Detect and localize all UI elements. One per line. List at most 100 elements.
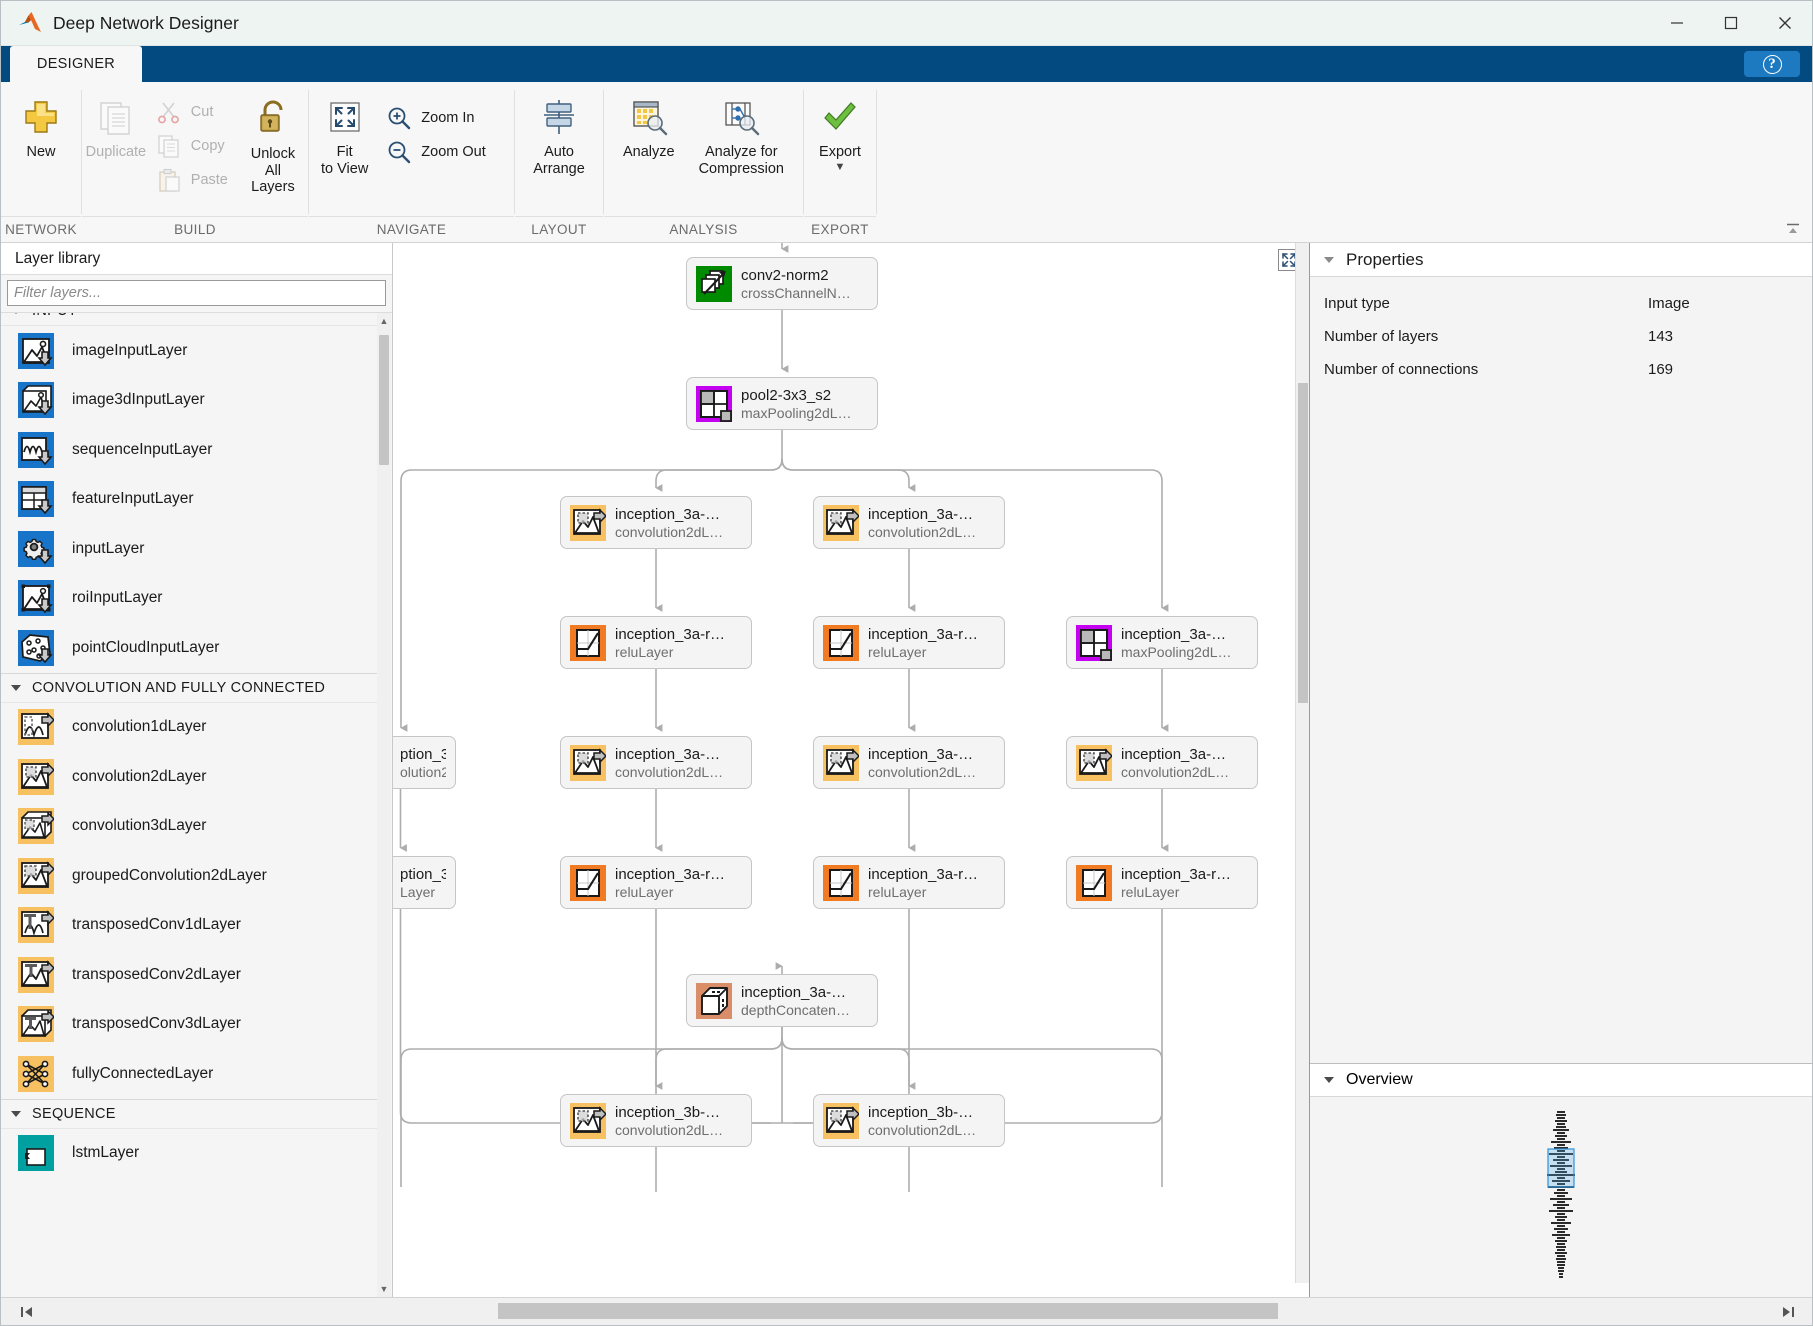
scroll-to-start-icon[interactable] <box>13 1304 41 1320</box>
canvas-horizontal-scrollbar[interactable] <box>393 1298 1309 1325</box>
layer-library-scrollbar[interactable]: ▲ ▼ <box>377 313 391 1297</box>
relu-icon <box>823 865 859 901</box>
network-node-n16[interactable]: inception_3a-… depthConcaten… <box>686 974 878 1027</box>
paste-button[interactable]: Paste <box>150 164 238 196</box>
network-node-n6[interactable]: inception_3a-r… reluLayer <box>813 616 1005 669</box>
category-header-sequence[interactable]: SEQUENCE <box>1 1099 378 1129</box>
scroll-up-arrow[interactable]: ▲ <box>377 313 391 329</box>
layer-item-convolution3dLayer[interactable]: convolution3dLayer <box>1 802 378 852</box>
layer-item-imageInputLayer[interactable]: imageInputLayer <box>1 326 378 376</box>
new-label: New <box>26 144 55 161</box>
network-node-n11[interactable]: inception_3a-… convolution2dL… <box>1066 736 1258 789</box>
gear-input-icon <box>18 531 54 567</box>
network-node-n13[interactable]: inception_3a-r… reluLayer <box>560 856 752 909</box>
layer-item-image3dInputLayer[interactable]: image3dInputLayer <box>1 376 378 426</box>
hscroll-thumb[interactable] <box>498 1303 1278 1319</box>
pointcloud-input-icon <box>18 630 54 666</box>
group-label-network: NETWORK <box>1 216 81 242</box>
close-button[interactable] <box>1758 1 1812 45</box>
property-value: 143 <box>1648 328 1798 345</box>
tab-designer[interactable]: DESIGNER <box>10 46 142 82</box>
scrollbar-thumb[interactable] <box>379 335 389 465</box>
layer-item-roiInputLayer[interactable]: roiInputLayer <box>1 574 378 624</box>
properties-header[interactable]: Properties <box>1310 243 1812 277</box>
network-node-n9[interactable]: inception_3a-… convolution2dL… <box>560 736 752 789</box>
properties-rows: Input type Image Number of layers 143 Nu… <box>1310 277 1812 386</box>
cut-button[interactable]: Cut <box>150 96 238 128</box>
layer-item-transposedConv1dLayer[interactable]: transposedConv1dLayer <box>1 901 378 951</box>
network-node-n8[interactable]: ption_3a-… olution2dL… <box>393 736 456 789</box>
analyze-button[interactable]: Analyze <box>611 92 687 161</box>
new-button[interactable]: New <box>8 92 74 161</box>
network-node-n12[interactable]: ption_3a-r… Layer <box>393 856 456 909</box>
canvas-vertical-scrollbar[interactable] <box>1295 243 1309 1283</box>
help-button[interactable]: ? <box>1744 51 1800 77</box>
network-node-n1[interactable]: conv2-norm2 crossChannelN… <box>686 257 878 310</box>
scroll-to-end-icon[interactable] <box>1774 1304 1802 1320</box>
scissors-icon <box>156 99 182 125</box>
unlock-all-layers-button[interactable]: Unlock All Layers <box>238 94 308 196</box>
export-button[interactable]: Export ▼ <box>807 92 873 173</box>
zoom-in-button[interactable]: Zoom In <box>380 102 495 134</box>
scroll-down-arrow[interactable]: ▼ <box>377 1281 391 1297</box>
layer-item-featureInputLayer[interactable]: featureInputLayer <box>1 475 378 525</box>
copy-button[interactable]: Copy <box>150 130 238 162</box>
node-type: convolution2dL… <box>615 1122 723 1138</box>
network-node-n17[interactable]: inception_3b-… convolution2dL… <box>560 1094 752 1147</box>
overview-header[interactable]: Overview <box>1310 1063 1812 1097</box>
node-name: inception_3a-r… <box>868 866 978 883</box>
network-node-n2[interactable]: pool2-3x3_s2 maxPooling2dL… <box>686 377 878 430</box>
layer-item-label: convolution3dLayer <box>72 817 206 835</box>
layer-item-label: imageInputLayer <box>72 342 187 360</box>
ribbon-tabstrip: DESIGNER ? <box>1 46 1812 82</box>
category-header-input[interactable]: INPUT <box>1 312 378 326</box>
network-node-n15[interactable]: inception_3a-r… reluLayer <box>1066 856 1258 909</box>
layer-item-inputLayer[interactable]: inputLayer <box>1 524 378 574</box>
image-input-icon <box>18 333 54 369</box>
network-node-n18[interactable]: inception_3b-… convolution2dL… <box>813 1094 1005 1147</box>
network-node-n7[interactable]: inception_3a-… maxPooling2dL… <box>1066 616 1258 669</box>
network-node-n5[interactable]: inception_3a-r… reluLayer <box>560 616 752 669</box>
analyze-label: Analyze <box>623 144 675 161</box>
layer-item-convolution2dLayer[interactable]: convolution2dLayer <box>1 752 378 802</box>
layer-item-groupedConvolution2dLayer[interactable]: groupedConvolution2dLayer <box>1 851 378 901</box>
sequence-input-icon <box>18 432 54 468</box>
filter-layers-input[interactable] <box>7 280 386 306</box>
network-node-n4[interactable]: inception_3a-… convolution2dL… <box>813 496 1005 549</box>
node-type: reluLayer <box>868 884 978 900</box>
layer-item-convolution1dLayer[interactable]: convolution1dLayer <box>1 703 378 753</box>
network-node-n10[interactable]: inception_3a-… convolution2dL… <box>813 736 1005 789</box>
layer-item-pointCloudInputLayer[interactable]: pointCloudInputLayer <box>1 623 378 673</box>
network-canvas[interactable]: conv2-norm2 crossChannelN… pool2-3x3_s2 … <box>393 243 1309 1297</box>
auto-arrange-button[interactable]: Auto Arrange <box>521 92 597 177</box>
category-header-convolution-and-fully-connected[interactable]: CONVOLUTION AND FULLY CONNECTED <box>1 673 378 703</box>
layer-item-transposedConv3dLayer[interactable]: transposedConv3dLayer <box>1 1000 378 1050</box>
network-node-n3[interactable]: inception_3a-… convolution2dL… <box>560 496 752 549</box>
layer-item-lstmLayer[interactable]: lstmLayer <box>1 1129 378 1179</box>
overview-minimap[interactable] <box>1310 1097 1812 1297</box>
chevron-down-icon <box>11 685 21 691</box>
export-dropdown-caret[interactable]: ▼ <box>835 161 846 174</box>
network-node-n14[interactable]: inception_3a-r… reluLayer <box>813 856 1005 909</box>
layer-item-sequenceInputLayer[interactable]: sequenceInputLayer <box>1 425 378 475</box>
duplicate-button[interactable]: Duplicate <box>82 92 150 161</box>
minimize-button[interactable] <box>1650 1 1704 45</box>
layer-item-fullyConnectedLayer[interactable]: fullyConnectedLayer <box>1 1049 378 1099</box>
node-type: convolution2dL… <box>1121 764 1229 780</box>
maximize-button[interactable] <box>1704 1 1758 45</box>
copy-label: Copy <box>191 138 225 154</box>
canvas-scrollbar-thumb[interactable] <box>1298 383 1308 703</box>
property-row: Input type Image <box>1310 287 1812 320</box>
network-canvas-panel[interactable]: conv2-norm2 crossChannelN… pool2-3x3_s2 … <box>393 243 1309 1297</box>
layer-item-label: featureInputLayer <box>72 490 194 508</box>
zoom-out-button[interactable]: Zoom Out <box>380 136 495 168</box>
ribbon-collapse-button[interactable] <box>1784 220 1802 238</box>
fit-to-view-button[interactable]: Fit to View <box>309 92 380 177</box>
property-key: Input type <box>1324 295 1648 312</box>
node-name: pool2-3x3_s2 <box>741 387 852 404</box>
layer-item-transposedConv2dLayer[interactable]: transposedConv2dLayer <box>1 950 378 1000</box>
analyze-for-compression-button[interactable]: Analyze for Compression <box>687 92 796 177</box>
category-label: SEQUENCE <box>32 1106 116 1122</box>
unlock-label: Unlock All Layers <box>250 146 296 196</box>
maxpool-icon <box>696 386 732 422</box>
